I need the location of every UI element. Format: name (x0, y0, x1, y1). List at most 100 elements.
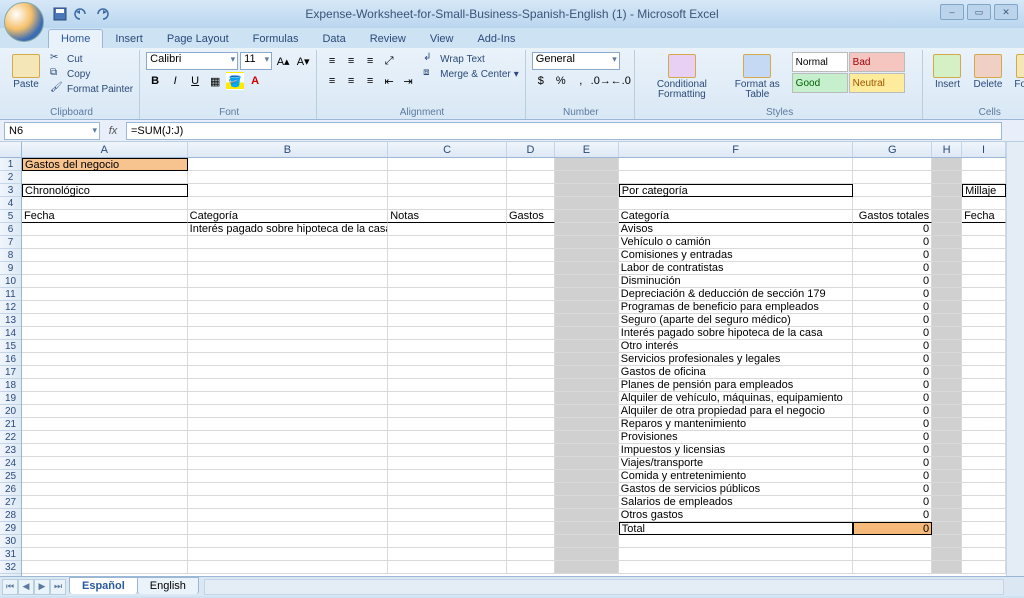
cell[interactable] (555, 366, 619, 379)
cell[interactable] (962, 392, 1006, 405)
decrease-decimal-button[interactable]: ←.0 (612, 72, 630, 90)
cell[interactable]: Provisiones (619, 431, 854, 444)
col-header-i[interactable]: I (962, 142, 1006, 157)
row-header-31[interactable]: 31 (0, 548, 21, 561)
cell[interactable] (22, 249, 188, 262)
cell[interactable] (22, 431, 188, 444)
cell[interactable]: Categoría (188, 210, 389, 223)
cell[interactable] (555, 210, 619, 223)
cell[interactable] (619, 548, 854, 561)
cell[interactable] (22, 483, 188, 496)
col-header-h[interactable]: H (932, 142, 962, 157)
cell[interactable] (188, 444, 389, 457)
cell[interactable] (555, 236, 619, 249)
cell[interactable]: Planes de pensión para empleados (619, 379, 854, 392)
cell[interactable] (188, 457, 389, 470)
cell[interactable] (932, 535, 962, 548)
cell[interactable] (962, 197, 1006, 210)
cut-button[interactable]: ✂Cut (48, 52, 135, 66)
cell[interactable] (619, 561, 854, 574)
row-header-12[interactable]: 12 (0, 301, 21, 314)
cell[interactable]: 0 (853, 509, 932, 522)
cell[interactable] (932, 522, 962, 535)
cell[interactable]: Programas de beneficio para empleados (619, 301, 854, 314)
cell[interactable] (962, 340, 1006, 353)
cell[interactable] (932, 379, 962, 392)
cell[interactable] (932, 262, 962, 275)
cell[interactable] (388, 418, 507, 431)
cell[interactable] (853, 171, 932, 184)
row-header-27[interactable]: 27 (0, 496, 21, 509)
cell[interactable] (22, 340, 188, 353)
indent-decrease-button[interactable]: ⇤ (380, 72, 398, 90)
sheet-tab-espanol[interactable]: Español (69, 577, 138, 594)
align-center-button[interactable]: ≡ (342, 72, 360, 90)
close-button[interactable]: ✕ (994, 4, 1018, 20)
cell[interactable] (932, 171, 962, 184)
cell[interactable] (962, 288, 1006, 301)
cell[interactable] (388, 314, 507, 327)
cell[interactable] (932, 275, 962, 288)
cell[interactable] (932, 392, 962, 405)
cell[interactable] (555, 158, 619, 171)
cell[interactable] (507, 223, 555, 236)
cell[interactable] (388, 171, 507, 184)
cell[interactable] (555, 418, 619, 431)
copy-button[interactable]: ⧉Copy (48, 67, 135, 81)
cell[interactable] (188, 236, 389, 249)
cell[interactable] (388, 483, 507, 496)
cell[interactable] (507, 535, 555, 548)
row-header-30[interactable]: 30 (0, 535, 21, 548)
cell[interactable] (932, 197, 962, 210)
cell[interactable] (555, 262, 619, 275)
format-painter-button[interactable]: 🖌Format Painter (48, 82, 135, 96)
cell[interactable] (619, 171, 854, 184)
delete-cells-button[interactable]: Delete (969, 52, 1006, 92)
cell[interactable] (555, 340, 619, 353)
cell[interactable] (388, 470, 507, 483)
align-bottom-button[interactable]: ≡ (361, 52, 379, 70)
prev-sheet-button[interactable]: ◀ (18, 579, 34, 595)
cell[interactable] (507, 353, 555, 366)
cell[interactable]: Otro interés (619, 340, 854, 353)
grow-font-button[interactable]: A▴ (274, 52, 292, 70)
cell[interactable] (932, 314, 962, 327)
cell[interactable] (507, 496, 555, 509)
cell[interactable] (619, 158, 854, 171)
tab-formulas[interactable]: Formulas (241, 30, 311, 48)
cell[interactable] (388, 509, 507, 522)
cell[interactable] (22, 379, 188, 392)
cell[interactable] (22, 223, 188, 236)
cell[interactable] (555, 249, 619, 262)
cell[interactable] (388, 366, 507, 379)
cell[interactable]: Por categoría (619, 184, 854, 197)
cell[interactable] (555, 314, 619, 327)
cell[interactable] (962, 262, 1006, 275)
cell[interactable] (22, 327, 188, 340)
cell[interactable] (22, 392, 188, 405)
cell[interactable] (188, 431, 389, 444)
cell[interactable] (555, 444, 619, 457)
cell[interactable] (507, 314, 555, 327)
cell[interactable] (932, 405, 962, 418)
cell[interactable] (507, 379, 555, 392)
tab-insert[interactable]: Insert (103, 30, 155, 48)
tab-data[interactable]: Data (310, 30, 357, 48)
row-header-7[interactable]: 7 (0, 236, 21, 249)
row-header-26[interactable]: 26 (0, 483, 21, 496)
cell[interactable] (507, 548, 555, 561)
align-left-button[interactable]: ≡ (323, 72, 341, 90)
cell[interactable] (962, 301, 1006, 314)
cell[interactable] (962, 522, 1006, 535)
cell[interactable] (932, 288, 962, 301)
cell[interactable] (962, 366, 1006, 379)
cell[interactable] (22, 457, 188, 470)
cell[interactable]: 0 (853, 431, 932, 444)
orientation-button[interactable]: ⤢ (380, 52, 398, 70)
row-header-6[interactable]: 6 (0, 223, 21, 236)
cell[interactable] (507, 483, 555, 496)
cell[interactable] (853, 561, 932, 574)
cell[interactable] (932, 366, 962, 379)
cell[interactable] (388, 158, 507, 171)
cell[interactable] (962, 431, 1006, 444)
